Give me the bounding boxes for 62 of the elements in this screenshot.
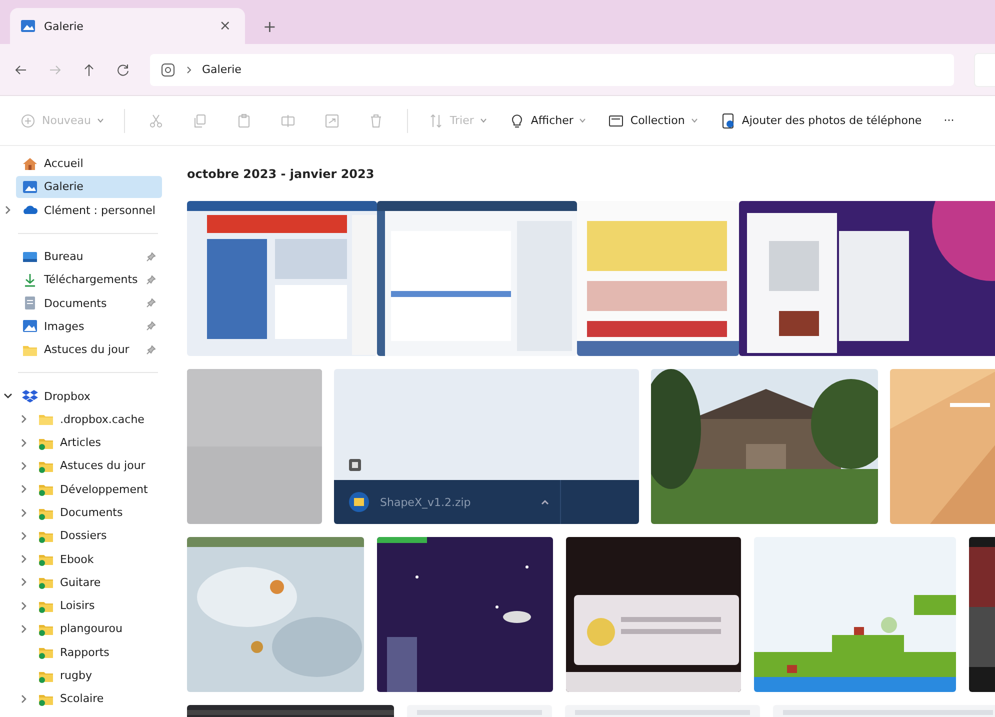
toolbar-button[interactable]: Afficher [500,106,594,134]
sidebar-item[interactable]: Clément : personnel [16,199,162,222]
sidebar-item[interactable]: Astuces du jour [16,338,162,361]
sidebar-item[interactable]: Accueil [16,152,162,175]
sidebar-item[interactable]: Téléchargements [16,268,162,291]
pin-icon [146,298,156,308]
window-icon [608,112,624,128]
new-tab-button[interactable]: + [255,8,284,44]
forward-arrow-icon [48,62,62,76]
address-field[interactable]: Galerie [150,54,954,86]
chevron-icon [186,66,192,74]
tab-title: Galerie [44,20,84,32]
close-button[interactable]: × [215,18,235,34]
sidebar-item[interactable]: Scolaire [32,688,162,710]
tab[interactable]: Galerie × [10,8,245,44]
toolbar-button[interactable]: Collection [600,106,706,134]
path-segment[interactable]: Galerie [202,63,242,76]
pin-icon [146,344,156,355]
sidebar-item[interactable]: Galerie [16,176,162,198]
toolbar-button[interactable]: Ajouter des photos de téléphone [712,106,930,134]
download-icon [22,272,38,288]
sidebar-item[interactable]: rugby [32,664,162,687]
section-heading: octobre 2023 - janvier 2023 [187,167,376,181]
sidebar-item[interactable]: Images [16,315,162,338]
clipboard-icon [236,112,252,128]
scissors-icon [148,112,164,128]
caret-icon [540,498,550,506]
sidebar-item[interactable]: plangourou [32,618,162,640]
toolbar-button[interactable]: ··· [936,108,962,133]
sidebar-item[interactable]: Documents [32,502,162,524]
phone-icon [720,112,736,128]
up-button[interactable] [82,62,96,76]
sidebar-item[interactable]: Documents [16,292,162,314]
app-icon [348,458,362,472]
sidebar-item[interactable]: Articles [32,432,162,454]
sidebar-item[interactable]: Dropbox [16,385,162,408]
refresh-button[interactable] [116,62,130,76]
back-button[interactable] [14,62,28,76]
sidebar-item[interactable]: Rapports [32,641,162,664]
document-icon [22,295,38,312]
file-name: ShapeX_v1.2.zip [380,496,472,508]
up-arrow-icon [82,62,96,76]
back-arrow-icon [14,62,28,76]
copy-icon [192,112,208,128]
folder-icon [348,491,370,513]
image-icon [22,318,38,334]
share-icon [324,112,340,128]
pin-icon [146,274,156,285]
dropbox-icon [22,388,38,404]
sidebar-item[interactable]: Bureau [16,246,162,268]
sidebar-item[interactable]: Dossiers [32,524,162,547]
plus-icon [20,112,36,128]
sidebar-item[interactable]: .dropbox.cache [32,408,162,430]
home-icon [22,156,38,172]
sidebar-item[interactable]: Astuces du jour [32,454,162,477]
refresh-icon [116,62,130,76]
pin-icon [146,252,156,262]
sidebar-item[interactable]: Ebook [32,548,162,570]
sidebar-item[interactable]: Guitare [32,571,162,594]
sidebar-item[interactable]: Loisirs [32,594,162,617]
sidebar-item[interactable]: Développement [32,478,162,500]
pin-icon [146,321,156,332]
